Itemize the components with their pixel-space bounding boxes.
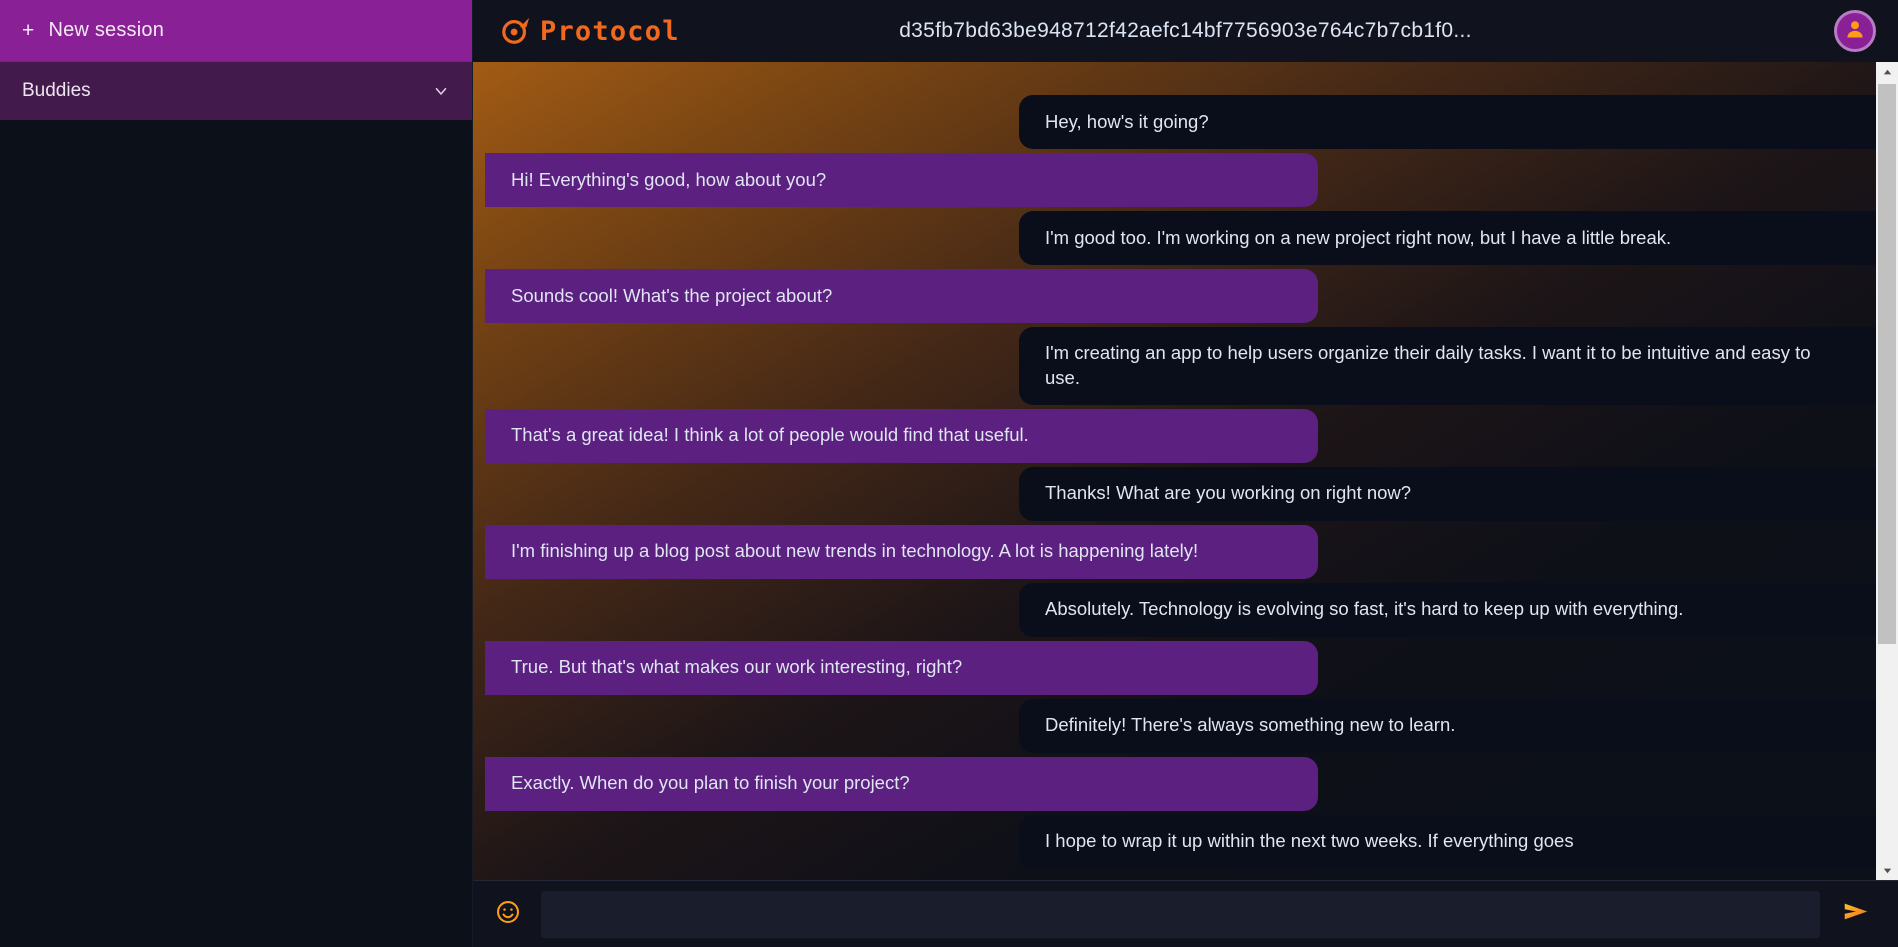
message-text: Hi! Everything's good, how about you? bbox=[511, 168, 827, 190]
emoji-smiley-icon bbox=[495, 899, 521, 930]
message-bubble-incoming[interactable]: Thanks! What are you working on right no… bbox=[1019, 466, 1876, 521]
message-bubble-outgoing[interactable]: Exactly. When do you plan to finish your… bbox=[485, 756, 1318, 811]
brand-name: Protocol bbox=[540, 15, 680, 47]
message-bubble-incoming[interactable]: I hope to wrap it up within the next two… bbox=[1019, 814, 1876, 869]
message-text: Hey, how's it going? bbox=[1045, 110, 1209, 132]
session-title: d35fb7bd63be948712f42aefc14bf7756903e764… bbox=[899, 19, 1472, 42]
buddies-section-header[interactable]: Buddies bbox=[0, 62, 472, 120]
message-row: That's a great idea! I think a lot of pe… bbox=[473, 408, 1876, 467]
message-input[interactable] bbox=[541, 890, 1820, 938]
new-session-button[interactable]: + New session bbox=[0, 0, 472, 62]
message-bubble-incoming[interactable]: Absolutely. Technology is evolving so fa… bbox=[1019, 582, 1876, 637]
message-row: I hope to wrap it up within the next two… bbox=[473, 814, 1876, 873]
message-row: Hi! Everything's good, how about you? bbox=[473, 153, 1876, 211]
scrollbar-thumb[interactable] bbox=[1878, 84, 1896, 644]
chat-area: Hey, how's it going? Hi! Everything's goo… bbox=[473, 62, 1898, 880]
new-session-label: New session bbox=[48, 19, 165, 41]
message-row: Sounds cool! What's the project about? bbox=[473, 269, 1876, 327]
message-text: I'm good too. I'm working on a new proje… bbox=[1045, 226, 1672, 248]
send-arrow-icon bbox=[1840, 898, 1872, 930]
emoji-picker-button[interactable] bbox=[487, 893, 529, 935]
message-text: I'm finishing up a blog post about new t… bbox=[511, 540, 1199, 562]
app-root: + New session Buddies Protocol d35fb7bd6… bbox=[0, 0, 1898, 947]
message-row: I'm good too. I'm working on a new proje… bbox=[473, 211, 1876, 269]
chevron-down-icon[interactable] bbox=[432, 82, 450, 100]
message-text: I'm creating an app to help users organi… bbox=[1045, 342, 1811, 388]
scroll-down-arrow-icon[interactable] bbox=[1876, 860, 1898, 880]
message-row: I'm finishing up a blog post about new t… bbox=[473, 524, 1876, 583]
message-bubble-incoming[interactable]: Definitely! There's always something new… bbox=[1019, 698, 1876, 753]
message-text: I hope to wrap it up within the next two… bbox=[1045, 830, 1574, 852]
message-text: Absolutely. Technology is evolving so fa… bbox=[1045, 598, 1684, 620]
top-bar: Protocol d35fb7bd63be948712f42aefc14bf77… bbox=[473, 0, 1898, 62]
message-row: Exactly. When do you plan to finish your… bbox=[473, 756, 1876, 815]
message-row: True. But that's what makes our work int… bbox=[473, 640, 1876, 699]
message-list: Hey, how's it going? Hi! Everything's goo… bbox=[473, 62, 1876, 873]
user-avatar[interactable] bbox=[1834, 10, 1876, 52]
chat-scroll-region[interactable]: Hey, how's it going? Hi! Everything's goo… bbox=[473, 62, 1876, 880]
message-bubble-outgoing[interactable]: Hi! Everything's good, how about you? bbox=[485, 153, 1318, 207]
message-text: That's a great idea! I think a lot of pe… bbox=[511, 424, 1029, 446]
chat-scrollbar[interactable] bbox=[1876, 62, 1898, 880]
message-bubble-incoming[interactable]: Hey, how's it going? bbox=[1019, 95, 1876, 149]
message-text: Definitely! There's always something new… bbox=[1045, 714, 1456, 736]
message-bubble-outgoing[interactable]: That's a great idea! I think a lot of pe… bbox=[485, 408, 1318, 463]
message-bubble-incoming[interactable]: I'm creating an app to help users organi… bbox=[1019, 327, 1876, 405]
message-row: Definitely! There's always something new… bbox=[473, 698, 1876, 757]
message-row: Absolutely. Technology is evolving so fa… bbox=[473, 582, 1876, 641]
buddies-label: Buddies bbox=[22, 80, 91, 101]
message-row: Thanks! What are you working on right no… bbox=[473, 466, 1876, 525]
brand-logo[interactable]: Protocol bbox=[501, 16, 680, 46]
message-row: I'm creating an app to help users organi… bbox=[473, 327, 1876, 409]
user-avatar-icon bbox=[1843, 17, 1867, 46]
message-text: Exactly. When do you plan to finish your… bbox=[511, 772, 910, 794]
message-bubble-outgoing[interactable]: Sounds cool! What's the project about? bbox=[485, 269, 1318, 323]
protocol-logo-icon bbox=[501, 16, 531, 46]
main-panel: Protocol d35fb7bd63be948712f42aefc14bf77… bbox=[473, 0, 1898, 947]
message-bubble-incoming[interactable]: I'm good too. I'm working on a new proje… bbox=[1019, 211, 1876, 265]
message-composer bbox=[473, 880, 1898, 947]
send-button[interactable] bbox=[1832, 892, 1880, 936]
message-text: Sounds cool! What's the project about? bbox=[511, 284, 833, 306]
message-bubble-outgoing[interactable]: I'm finishing up a blog post about new t… bbox=[485, 524, 1318, 579]
message-row: Hey, how's it going? bbox=[473, 95, 1876, 153]
message-text: True. But that's what makes our work int… bbox=[511, 656, 963, 678]
plus-icon: + bbox=[22, 19, 35, 42]
sidebar: + New session Buddies bbox=[0, 0, 473, 947]
buddies-list-empty bbox=[0, 120, 472, 947]
message-text: Thanks! What are you working on right no… bbox=[1045, 482, 1412, 504]
message-bubble-outgoing[interactable]: True. But that's what makes our work int… bbox=[485, 640, 1318, 695]
scroll-up-arrow-icon[interactable] bbox=[1876, 62, 1898, 82]
